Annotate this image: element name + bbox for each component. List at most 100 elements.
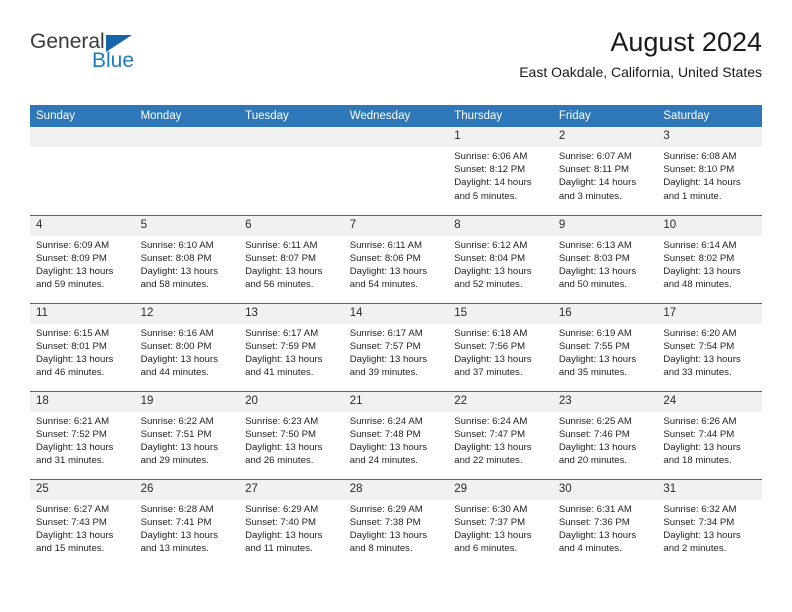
sunrise-time: Sunrise: 6:31 AM: [558, 503, 632, 515]
calendar-day-cell[interactable]: 14 Sunrise: 6:17 AM Sunset: 7:57 PM Dayligh…: [343, 302, 449, 391]
calendar-day-cell[interactable]: 28 Sunrise: 6:29 AM Sunset: 7:38 PM Dayligh…: [343, 478, 449, 567]
weekday-header-monday: Monday: [134, 105, 240, 127]
calendar-day-cell[interactable]: 22 Sunrise: 6:24 AM Sunset: 7:47 PM Dayligh…: [448, 390, 553, 479]
calendar-day-cell[interactable]: 13 Sunrise: 6:17 AM Sunset: 7:59 PM Dayligh…: [239, 302, 344, 391]
sun-info: Sunrise: 6:24 AM Sunset: 7:47 PM Daylight:…: [448, 412, 553, 468]
calendar-day-cell[interactable]: 7 Sunrise: 6:11 AM Sunset: 8:06 PM Daylight…: [343, 214, 449, 303]
sun-info: Sunrise: 6:17 AM Sunset: 7:59 PM Daylight:…: [239, 324, 344, 380]
calendar-day-cell[interactable]: 20 Sunrise: 6:23 AM Sunset: 7:50 PM Dayligh…: [239, 390, 344, 479]
weekday-header-saturday: Saturday: [657, 105, 762, 127]
daylight-duration-line2: and 37 minutes.: [454, 367, 523, 379]
daylight-duration-line2: and 44 minutes.: [140, 367, 209, 379]
calendar-day-cell[interactable]: 25 Sunrise: 6:27 AM Sunset: 7:43 PM Dayligh…: [30, 478, 135, 567]
day-number: 23: [552, 391, 658, 412]
day-number: [134, 127, 240, 147]
calendar-day-cell[interactable]: 2 Sunrise: 6:07 AM Sunset: 8:11 PM Daylight…: [552, 127, 658, 215]
calendar-day-cell[interactable]: 5 Sunrise: 6:10 AM Sunset: 8:08 PM Daylight…: [134, 214, 240, 303]
day-number: 19: [134, 391, 240, 412]
daylight-duration-line2: and 39 minutes.: [349, 367, 418, 379]
sun-info: Sunrise: 6:15 AM Sunset: 8:01 PM Daylight:…: [30, 324, 135, 380]
sunrise-time: Sunrise: 6:12 AM: [454, 239, 528, 251]
sun-info: Sunrise: 6:30 AM Sunset: 7:37 PM Daylight:…: [448, 500, 553, 556]
calendar-day-cell[interactable]: 6 Sunrise: 6:11 AM Sunset: 8:07 PM Daylight…: [239, 214, 344, 303]
daylight-duration-line2: and 4 minutes.: [558, 543, 622, 555]
logo-text-blue: Blue: [92, 49, 135, 72]
daylight-duration-line2: and 20 minutes.: [558, 455, 628, 467]
page-header: General Blue August 2024 East Oakdale, C…: [0, 0, 792, 80]
sunset-time: Sunset: 8:08 PM: [140, 252, 212, 264]
daylight-duration-line1: Daylight: 13 hours: [663, 265, 741, 277]
sunrise-time: Sunrise: 6:23 AM: [245, 415, 319, 427]
calendar-day-cell[interactable]: 17 Sunrise: 6:20 AM Sunset: 7:54 PM Dayligh…: [657, 302, 762, 391]
calendar-day-cell[interactable]: 27 Sunrise: 6:29 AM Sunset: 7:40 PM Dayligh…: [239, 478, 344, 567]
daylight-duration-line2: and 29 minutes.: [140, 455, 209, 467]
sunset-time: Sunset: 8:07 PM: [245, 252, 317, 264]
sun-info: Sunrise: 6:08 AM Sunset: 8:10 PM Daylight:…: [657, 147, 762, 203]
calendar-day-cell[interactable]: 8 Sunrise: 6:12 AM Sunset: 8:04 PM Daylight…: [448, 214, 553, 303]
sunset-time: Sunset: 7:50 PM: [245, 428, 317, 440]
daylight-duration-line1: Daylight: 13 hours: [140, 441, 218, 453]
calendar-day-cell[interactable]: 24 Sunrise: 6:26 AM Sunset: 7:44 PM Dayligh…: [657, 390, 762, 479]
calendar-day-cell[interactable]: 18 Sunrise: 6:21 AM Sunset: 7:52 PM Dayligh…: [30, 390, 135, 479]
daylight-duration-line1: Daylight: 13 hours: [245, 265, 323, 277]
calendar-day-cell[interactable]: 31 Sunrise: 6:32 AM Sunset: 7:34 PM Dayligh…: [657, 478, 762, 567]
calendar-day-cell[interactable]: 10 Sunrise: 6:14 AM Sunset: 8:02 PM Dayligh…: [657, 214, 762, 303]
calendar-day-cell[interactable]: 12 Sunrise: 6:16 AM Sunset: 8:00 PM Dayligh…: [134, 302, 240, 391]
calendar-day-cell[interactable]: 30 Sunrise: 6:31 AM Sunset: 7:36 PM Dayligh…: [552, 478, 658, 567]
day-number: [30, 127, 135, 147]
day-number: 20: [239, 391, 344, 412]
sunset-time: Sunset: 8:12 PM: [454, 164, 526, 176]
daylight-duration-line1: Daylight: 13 hours: [349, 353, 428, 365]
sun-info: Sunrise: 6:18 AM Sunset: 7:56 PM Daylight:…: [448, 324, 553, 380]
sunrise-time: Sunrise: 6:11 AM: [245, 239, 318, 251]
day-number: 3: [657, 127, 762, 147]
sunset-time: Sunset: 7:48 PM: [349, 428, 421, 440]
calendar-day-cell[interactable]: 26 Sunrise: 6:28 AM Sunset: 7:41 PM Dayligh…: [134, 478, 240, 567]
general-blue-logo[interactable]: General Blue: [30, 31, 230, 77]
calendar-day-cell[interactable]: 19 Sunrise: 6:22 AM Sunset: 7:51 PM Dayligh…: [134, 390, 240, 479]
sunrise-time: Sunrise: 6:22 AM: [140, 415, 214, 427]
sunset-time: Sunset: 7:59 PM: [245, 340, 317, 352]
calendar-day-cell[interactable]: 1 Sunrise: 6:06 AM Sunset: 8:12 PM Daylight…: [448, 127, 553, 215]
sunrise-time: Sunrise: 6:29 AM: [245, 503, 319, 515]
day-number: 16: [552, 303, 658, 324]
calendar-day-cell[interactable]: 15 Sunrise: 6:18 AM Sunset: 7:56 PM Dayligh…: [448, 302, 553, 391]
daylight-duration-line2: and 18 minutes.: [663, 455, 732, 467]
sunset-time: Sunset: 8:03 PM: [558, 252, 630, 264]
day-number: 30: [552, 479, 658, 500]
day-number: [239, 127, 344, 147]
sunset-time: Sunset: 8:11 PM: [558, 164, 630, 176]
sunrise-time: Sunrise: 6:13 AM: [558, 239, 632, 251]
sunset-time: Sunset: 7:55 PM: [558, 340, 630, 352]
daylight-duration-line2: and 8 minutes.: [349, 543, 413, 555]
daylight-duration-line1: Daylight: 13 hours: [245, 441, 323, 453]
day-number: 15: [448, 303, 553, 324]
sunrise-time: Sunrise: 6:24 AM: [454, 415, 528, 427]
day-number: 14: [343, 303, 449, 324]
day-number: 9: [552, 215, 658, 236]
daylight-duration-line1: Daylight: 13 hours: [36, 353, 114, 365]
calendar-day-cell[interactable]: 11 Sunrise: 6:15 AM Sunset: 8:01 PM Dayligh…: [30, 302, 135, 391]
sun-info: Sunrise: 6:11 AM Sunset: 8:07 PM Daylight:…: [239, 236, 344, 292]
calendar-day-cell[interactable]: 16 Sunrise: 6:19 AM Sunset: 7:55 PM Dayligh…: [552, 302, 658, 391]
day-number: 7: [343, 215, 449, 236]
calendar-day-cell[interactable]: 29 Sunrise: 6:30 AM Sunset: 7:37 PM Dayligh…: [448, 478, 553, 567]
sunrise-time: Sunrise: 6:26 AM: [663, 415, 737, 427]
day-number: 26: [134, 479, 240, 500]
calendar-day-cell[interactable]: 3 Sunrise: 6:08 AM Sunset: 8:10 PM Daylight…: [657, 127, 762, 215]
sunrise-time: Sunrise: 6:10 AM: [140, 239, 214, 251]
day-number: 17: [657, 303, 762, 324]
day-number: 29: [448, 479, 553, 500]
calendar-day-cell[interactable]: 23 Sunrise: 6:25 AM Sunset: 7:46 PM Dayligh…: [552, 390, 658, 479]
weekday-header-tuesday: Tuesday: [239, 105, 344, 127]
calendar-day-cell-empty: [239, 127, 344, 215]
daylight-duration-line1: Daylight: 13 hours: [349, 441, 428, 453]
weekday-header-row: Sunday Monday Tuesday Wednesday Thursday…: [30, 105, 762, 127]
sun-info: Sunrise: 6:32 AM Sunset: 7:34 PM Daylight:…: [657, 500, 762, 556]
calendar-day-cell[interactable]: 4 Sunrise: 6:09 AM Sunset: 8:09 PM Daylight…: [30, 214, 135, 303]
sunrise-time: Sunrise: 6:06 AM: [454, 151, 528, 162]
calendar-day-cell[interactable]: 21 Sunrise: 6:24 AM Sunset: 7:48 PM Dayligh…: [343, 390, 449, 479]
daylight-duration-line1: Daylight: 13 hours: [663, 441, 741, 453]
calendar-day-cell[interactable]: 9 Sunrise: 6:13 AM Sunset: 8:03 PM Daylight…: [552, 214, 658, 303]
daylight-duration-line2: and 54 minutes.: [349, 279, 418, 291]
